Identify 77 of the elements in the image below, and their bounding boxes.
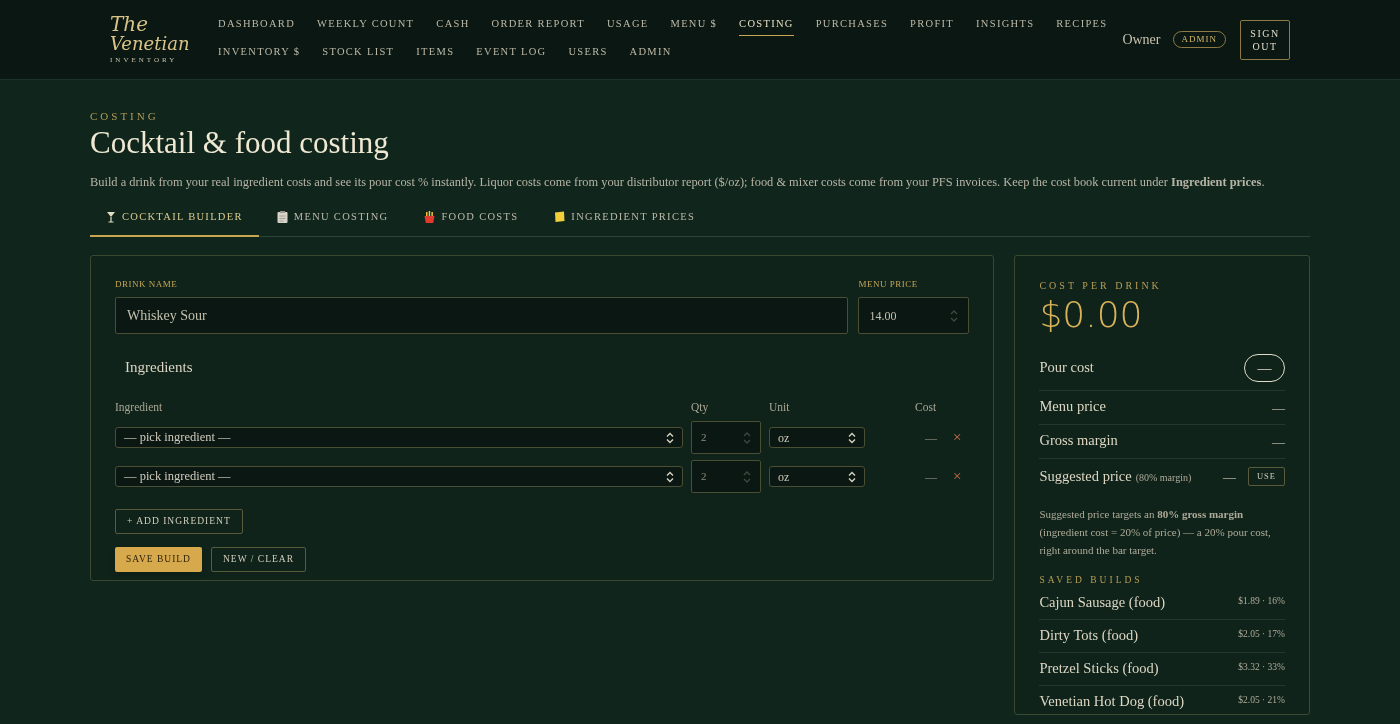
tab[interactable]: INGREDIENT PRICES	[536, 207, 714, 237]
nav-link[interactable]: ORDER REPORT	[491, 15, 585, 36]
qty-field[interactable]: 2	[691, 421, 761, 455]
tab[interactable]: MENU COSTING	[258, 207, 407, 237]
drink-name-field[interactable]: Whiskey Sour	[115, 297, 849, 335]
note-icon	[554, 211, 566, 223]
metric-value: —	[1272, 432, 1285, 451]
nav-link[interactable]: INSIGHTS	[976, 15, 1035, 36]
nav-link[interactable]: ITEMS	[416, 43, 455, 64]
spinner-icon	[743, 469, 751, 484]
chevron-icon	[848, 470, 856, 483]
page-description: Build a drink from your real ingredient costs and see its pour cost % instantly. Liquor costs come from your distributor report ($/oz); food & mixer costs come from your PFS invoices. Keep the cost book current under Ingredient prices.	[90, 173, 1266, 191]
nav-link[interactable]: DASHBOARD	[218, 15, 296, 36]
cost-value: —	[925, 429, 937, 447]
nav-link[interactable]: PROFIT	[910, 15, 955, 36]
ingredient-select[interactable]: — pick ingredient —	[115, 427, 683, 449]
saved-build-item[interactable]: Dirty Tots (food) $2.05 · 17%	[1039, 620, 1285, 654]
cocktail-glass-icon	[106, 211, 116, 223]
column-header: Qty	[691, 399, 710, 416]
section-eyebrow: SAVED BUILDS	[1039, 573, 1144, 587]
tab[interactable]: COCKTAIL BUILDER	[90, 207, 259, 237]
remove-button[interactable]: ×	[953, 469, 962, 485]
tab[interactable]: FOOD COSTS	[406, 207, 537, 237]
nav-link[interactable]: USAGE	[607, 15, 649, 36]
add-ingredient-button[interactable]: + ADD INGREDIENT	[115, 509, 243, 535]
metric-label: Pour cost	[1039, 358, 1094, 378]
nav-link[interactable]: COSTING	[739, 15, 794, 36]
field-label: DRINK NAME	[115, 277, 179, 291]
chevron-icon	[848, 431, 856, 444]
menu-price-field[interactable]: 14.00	[858, 297, 970, 335]
nav-link[interactable]: USERS	[568, 43, 608, 64]
qty-field[interactable]: 2	[691, 460, 761, 494]
use-button[interactable]: USE	[1247, 467, 1285, 487]
save-build-button[interactable]: SAVE BUILD	[115, 547, 202, 573]
user-name: Owner	[1122, 31, 1161, 49]
nav-link[interactable]: RECIPES	[1056, 15, 1108, 36]
nav-link[interactable]: MENU $	[670, 15, 718, 36]
explanation-text: Suggested price targets an 80% gross margin (ingredient cost = 20% of price) — a 20% pour cost, right around the bar target.	[1039, 506, 1272, 558]
cost-value: $0.00	[1039, 292, 1144, 337]
column-header: Cost	[915, 399, 937, 415]
nav-link[interactable]: CASH	[436, 15, 470, 36]
chevron-icon	[666, 470, 674, 483]
unit-select[interactable]: oz	[769, 466, 865, 488]
saved-build-item[interactable]: Cajun Sausage (food) $1.89 · 16%	[1039, 587, 1285, 621]
spinner-icon	[743, 430, 751, 445]
nav-link[interactable]: STOCK LIST	[322, 43, 395, 64]
nav-link[interactable]: EVENT LOG	[476, 43, 547, 64]
clipboard-icon	[276, 211, 288, 223]
saved-build-item[interactable]: Venetian Hot Dog (food) $2.05 · 21%	[1039, 686, 1285, 720]
nav-link[interactable]: INVENTORY $	[218, 43, 301, 64]
column-header: Ingredient	[115, 399, 164, 416]
metric-label: Gross margin	[1039, 431, 1118, 451]
new-clear-button[interactable]: NEW / CLEAR	[211, 547, 306, 573]
column-header: Unit	[769, 399, 791, 415]
unit-select[interactable]: oz	[769, 427, 865, 449]
summary-eyebrow: COST PER DRINK	[1039, 278, 1163, 293]
page-eyebrow: COSTING	[90, 109, 160, 124]
nav-link[interactable]: ADMIN	[629, 43, 672, 64]
logo-text: The	[110, 13, 149, 34]
remove-button[interactable]: ×	[953, 430, 962, 446]
logo-text: Venetian	[110, 33, 190, 54]
nav-link[interactable]: WEEKLY COUNT	[317, 15, 415, 36]
spinner-icon	[950, 308, 959, 323]
cost-value: —	[925, 468, 937, 486]
ingredient-select[interactable]: — pick ingredient —	[115, 466, 683, 488]
metric-label: Menu price	[1039, 397, 1106, 417]
metric-label: Suggested price (80% margin)	[1039, 467, 1192, 486]
saved-build-item[interactable]: Pretzel Sticks (food) $3.32 · 33%	[1039, 653, 1285, 687]
section-title: Ingredients	[125, 358, 194, 378]
page-title: Cocktail & food costing	[90, 124, 390, 161]
nav-link[interactable]: PURCHASES	[815, 15, 889, 36]
metric-value: —	[1222, 468, 1236, 487]
sign-out-button[interactable]: SIGN OUT	[1240, 19, 1290, 60]
field-label: MENU PRICE	[858, 277, 919, 291]
metric-value: —	[1272, 398, 1285, 417]
fries-icon	[424, 211, 436, 223]
chevron-icon	[666, 431, 674, 444]
